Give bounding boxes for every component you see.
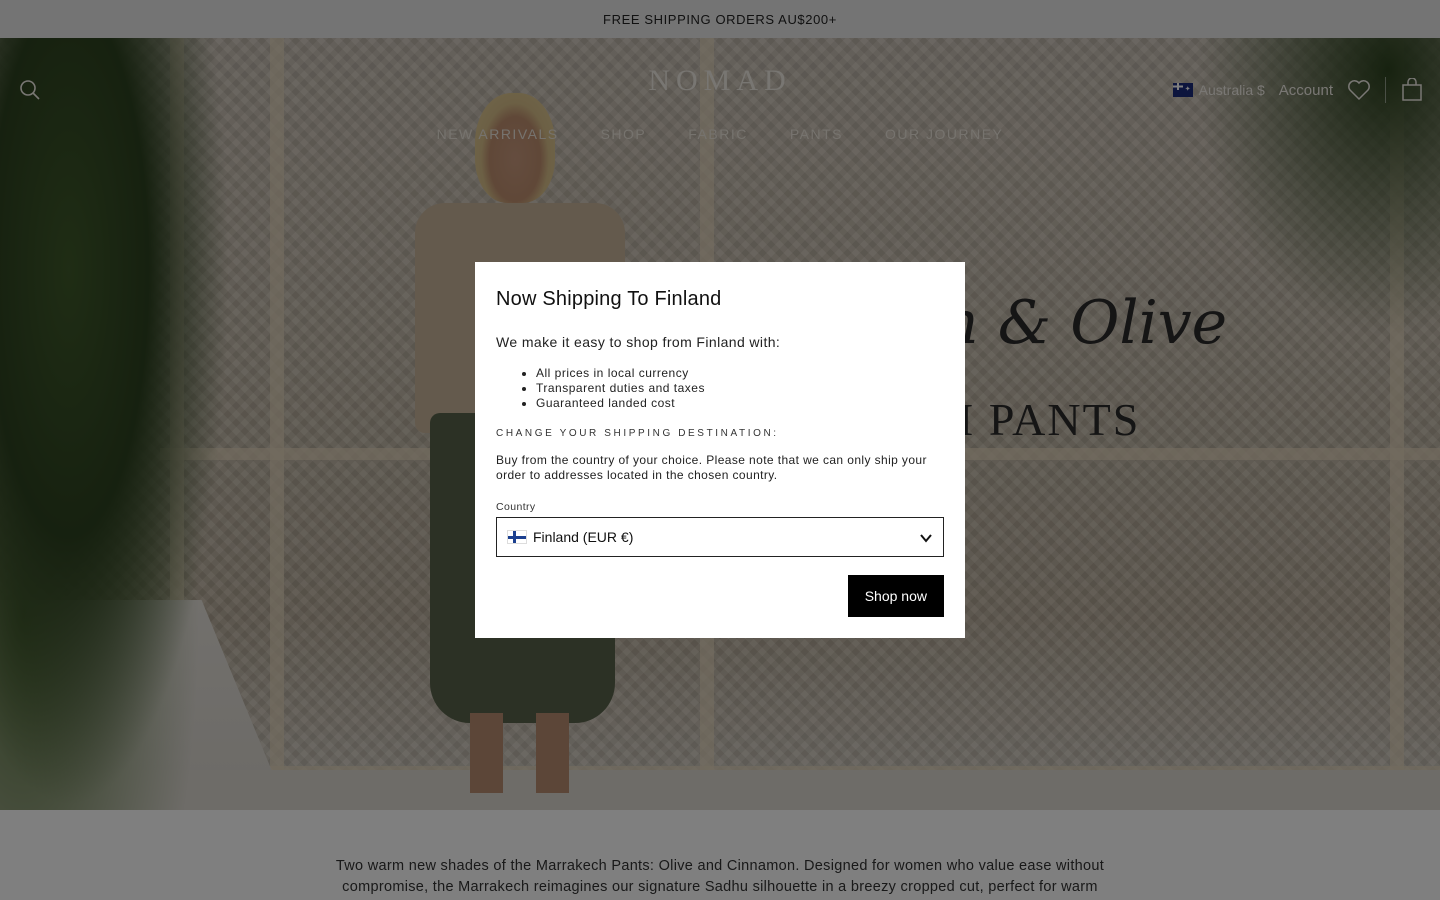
- country-select[interactable]: Finland (EUR €): [496, 517, 944, 557]
- benefits-list: All prices in local currency Transparent…: [496, 366, 944, 411]
- shop-now-button[interactable]: Shop now: [847, 575, 944, 617]
- shipping-modal: Now Shipping To Finland We make it easy …: [475, 262, 965, 638]
- chevron-down-icon: [920, 534, 932, 543]
- shipping-note: Buy from the country of your choice. Ple…: [496, 453, 927, 482]
- country-select-value: Finland (EUR €): [533, 529, 634, 545]
- benefit-item: All prices in local currency: [536, 366, 944, 381]
- benefit-item: Transparent duties and taxes: [536, 381, 944, 396]
- modal-title: Now Shipping To Finland: [496, 288, 722, 310]
- benefit-item: Guaranteed landed cost: [536, 396, 944, 411]
- change-destination-heading: Change your shipping destination:: [496, 428, 779, 439]
- country-label: Country: [496, 501, 536, 513]
- finland-flag-icon: [507, 530, 527, 544]
- modal-intro: We make it easy to shop from Finland wit…: [496, 334, 781, 350]
